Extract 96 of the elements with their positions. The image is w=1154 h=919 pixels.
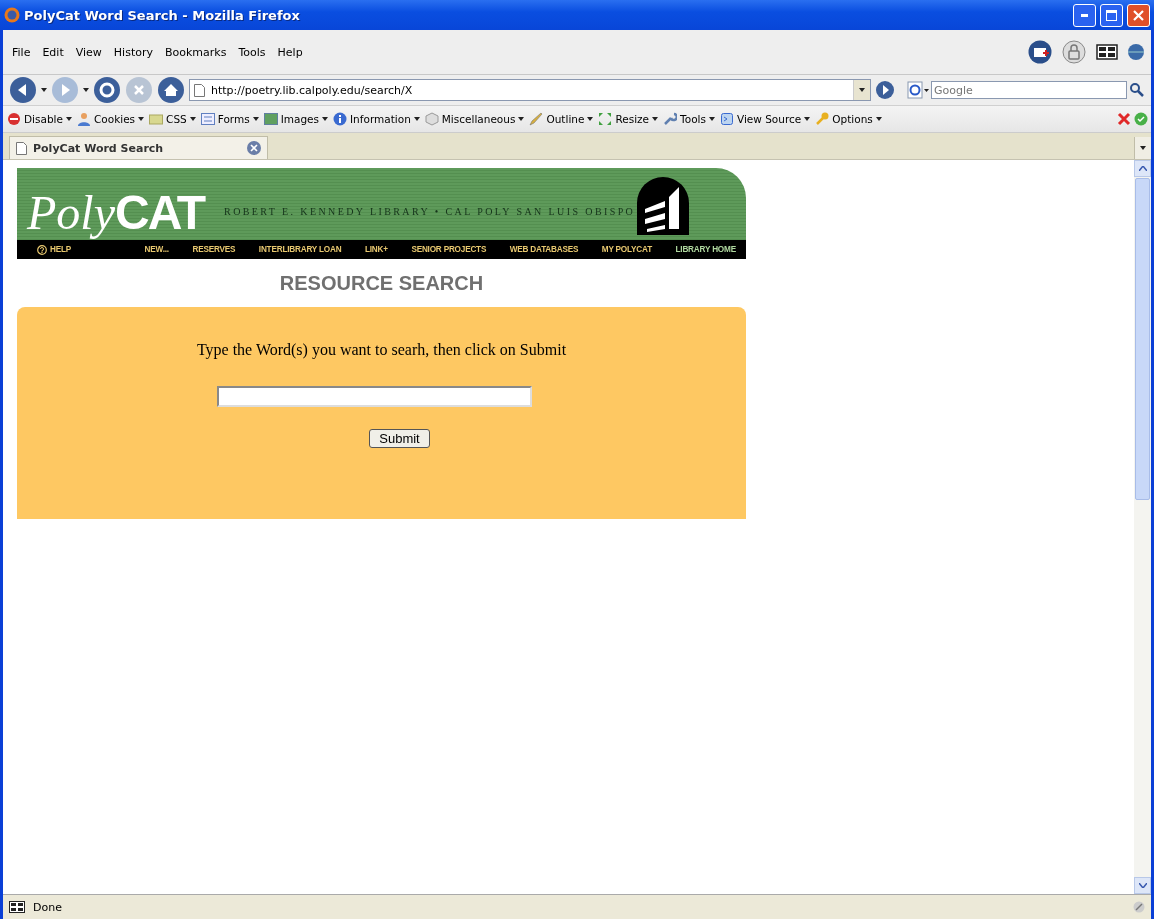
menu-item[interactable]: Help [271, 43, 309, 61]
nav-link[interactable]: SENIOR PROJECTS [411, 245, 487, 254]
address-field[interactable]: http://poetry.lib.calpoly.edu/search/X [189, 79, 871, 101]
menu-item[interactable]: Bookmarks [159, 43, 233, 61]
toolbar-menu[interactable]: Information [332, 112, 421, 126]
search-icon[interactable] [1129, 82, 1145, 98]
caret-icon [804, 117, 811, 121]
nav-link[interactable]: WEB DATABASES [509, 245, 579, 254]
caret-icon [138, 117, 145, 121]
caret-icon [859, 88, 865, 92]
source-icon [719, 112, 734, 126]
caret-icon [587, 117, 594, 121]
globe-icon[interactable] [1128, 44, 1144, 60]
toolbar-menu[interactable]: Disable [6, 112, 73, 126]
close-button[interactable] [1127, 3, 1150, 27]
information-icon [333, 112, 347, 126]
toolbar-menu[interactable]: Cookies [75, 112, 146, 126]
maximize-icon [1106, 9, 1117, 21]
search-engine-icon[interactable] [907, 81, 929, 99]
close-tab-icon[interactable] [247, 141, 261, 155]
person-icon [76, 112, 91, 126]
pencil-icon [1133, 901, 1145, 913]
menu-item[interactable]: File [6, 43, 37, 61]
go-icon[interactable] [875, 80, 895, 100]
css-icon [149, 112, 164, 126]
nav-link[interactable]: LIBRARY HOME [675, 245, 736, 254]
layout-icon[interactable] [1096, 44, 1118, 60]
page-heading: RESOURCE SEARCH [278, 272, 485, 295]
image-icon [263, 112, 278, 126]
maximize-button[interactable] [1100, 3, 1123, 27]
caret-icon [189, 117, 196, 121]
minimize-button[interactable] [1073, 3, 1096, 27]
caret-icon [518, 117, 525, 121]
nav-link[interactable]: MY POLYCAT [601, 245, 652, 254]
menu-item[interactable]: View [69, 43, 108, 61]
search-field[interactable]: Google [931, 81, 1127, 99]
browser-logo-icon [4, 7, 20, 23]
polycat-logo: PolyCAT [27, 184, 205, 240]
key-icon [815, 112, 830, 126]
cube-icon [424, 112, 439, 126]
caret-icon [65, 117, 72, 121]
help-icon [37, 244, 47, 255]
nav-link[interactable]: LINK+ [364, 245, 388, 254]
caret-icon [652, 117, 659, 121]
back-icon[interactable] [9, 76, 37, 104]
caret-icon [875, 117, 882, 121]
toolbar-menu[interactable]: Forms [199, 112, 260, 126]
home-icon[interactable] [157, 76, 185, 104]
close-icon [1133, 9, 1144, 21]
submit-button[interactable]: Submit [369, 429, 430, 448]
disable-icon [7, 112, 21, 126]
browser-tab[interactable]: PolyCat Word Search [9, 136, 268, 159]
lock-icon[interactable] [1062, 40, 1086, 64]
tab-list-button[interactable] [1134, 137, 1151, 159]
scroll-down-icon[interactable] [1138, 883, 1147, 888]
page-icon [194, 83, 205, 97]
page-icon [16, 141, 27, 155]
nav-link[interactable]: NEW... [144, 245, 169, 254]
pen-icon [529, 112, 544, 126]
caret-icon [413, 117, 420, 121]
reload-icon[interactable] [93, 76, 121, 104]
caret-icon [1140, 146, 1146, 150]
form-icon [200, 112, 215, 126]
scroll-up-icon[interactable] [1138, 166, 1147, 171]
check-icon[interactable] [1134, 112, 1148, 126]
toolbar-menu[interactable]: Tools [662, 112, 716, 126]
toolbar-menu[interactable]: View Source [718, 112, 812, 126]
wrench-icon [663, 112, 678, 126]
minimize-icon [1081, 13, 1088, 17]
cross-icon[interactable] [1117, 112, 1131, 126]
nav-link[interactable]: RESERVES [192, 245, 236, 254]
library-tagline: ROBERT E. KENNEDY LIBRARY • CAL POLY SAN LUIS OBISPO [224, 206, 636, 217]
toolbar-menu[interactable]: CSS [148, 112, 197, 126]
vertical-scrollbar[interactable] [1134, 160, 1151, 894]
toolbar-menu[interactable]: Options [814, 112, 883, 126]
caret-icon [252, 117, 259, 121]
toolbar-menu[interactable]: Images [262, 112, 329, 126]
status-text: Done [33, 900, 62, 914]
window-title: PolyCat Word Search - Mozilla Firefox [24, 7, 301, 23]
menu-item[interactable]: Edit [36, 43, 70, 61]
menu-item[interactable]: Tools [232, 43, 272, 61]
caret-icon [83, 88, 89, 92]
toolbar-menu[interactable]: Miscellaneous [423, 112, 526, 126]
nav-link[interactable]: HELP [37, 244, 72, 255]
search-input-field[interactable] [216, 386, 532, 407]
toolbar-menu[interactable]: Resize [597, 112, 660, 126]
menu-item[interactable]: History [107, 43, 159, 61]
dropdown-button[interactable] [853, 80, 870, 100]
caret-icon [41, 88, 47, 92]
instruction-text: Type the Word(s) you want to searh, then click on Submit [196, 341, 567, 359]
caret-icon [708, 117, 715, 121]
arrows-icon [598, 112, 613, 126]
layout-icon[interactable] [9, 901, 25, 913]
toolbar-menu[interactable]: Outline [528, 112, 595, 126]
nav-link[interactable]: INTERLIBRARY LOAN [258, 245, 342, 254]
caret-icon [322, 117, 328, 121]
